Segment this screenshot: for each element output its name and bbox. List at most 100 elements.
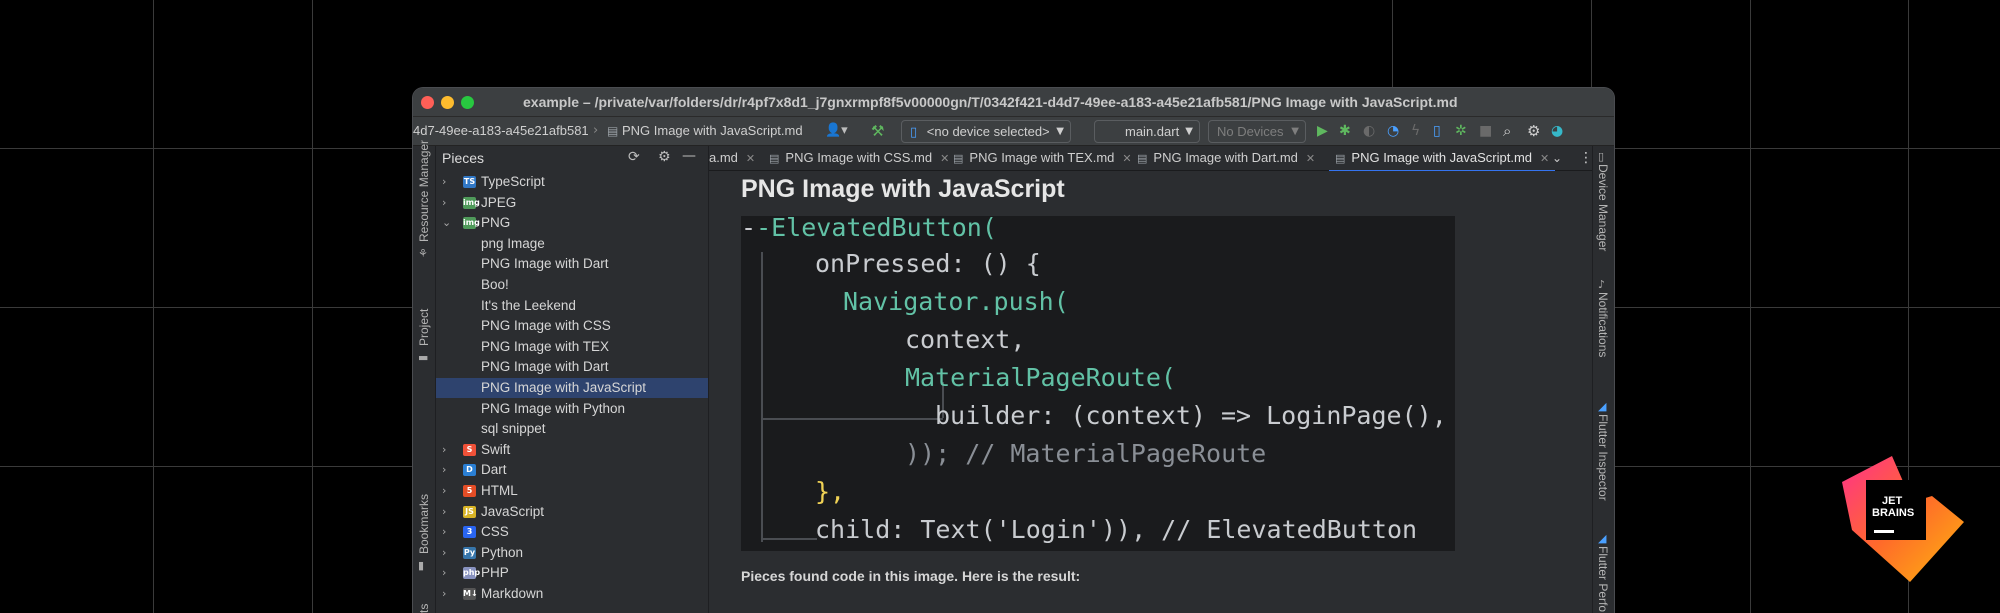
tree-item-piece[interactable]: png Image <box>436 234 708 254</box>
flutter-inspector-tab[interactable]: Flutter Inspector <box>1596 414 1610 501</box>
tree-item-piece[interactable]: It's the Leekend <box>436 296 708 316</box>
device-manager-icon: ▯ <box>1598 150 1605 163</box>
tree-item-label: Dart <box>481 462 507 478</box>
markdown-file-icon: ▤ <box>1335 152 1346 165</box>
ide-window: example – /private/var/folders/dr/r4pf7x… <box>413 88 1614 613</box>
tree-item-piece[interactable]: Boo! <box>436 275 708 295</box>
tree-item-label: Swift <box>481 441 511 457</box>
tree-item-label: png Image <box>481 235 545 251</box>
notifications-label: Notifications <box>1596 292 1610 358</box>
chevron-right-icon[interactable]: › <box>442 481 456 501</box>
title-bar: example – /private/var/folders/dr/r4pf7x… <box>413 88 1614 117</box>
stop-icon[interactable]: ■ <box>1479 117 1492 145</box>
devices-selector[interactable]: No Devices ▼ <box>1208 120 1306 143</box>
tree-folder[interactable]: › img JPEG <box>436 193 708 213</box>
chevron-right-icon[interactable]: › <box>442 584 456 604</box>
code-line-text: context, <box>905 325 1026 354</box>
build-hammer-icon[interactable]: ⚒ <box>871 117 884 145</box>
refresh-icon[interactable]: ⟳ <box>628 149 640 165</box>
breadcrumb-file[interactable]: ▤ PNG Image with JavaScript.md <box>607 117 803 145</box>
flutter-icon: ◢ <box>1598 532 1607 545</box>
tab-label: PNG Image with CSS.md <box>785 150 933 165</box>
tree-folder[interactable]: › JS JavaScript <box>436 502 708 522</box>
maximize-window-button[interactable] <box>461 96 474 109</box>
hot-reload-icon[interactable]: ϟ <box>1411 117 1420 145</box>
close-icon[interactable]: ✕ <box>1540 152 1549 165</box>
tree-item-piece[interactable]: PNG Image with Dart <box>436 254 708 274</box>
attach-debugger-icon[interactable]: ✲ <box>1455 117 1467 145</box>
tree-item-piece[interactable]: PNG Image with CSS <box>436 316 708 336</box>
tree-folder[interactable]: › S Swift <box>436 440 708 460</box>
tree-folder[interactable]: ⌄ img PNG <box>436 213 708 233</box>
chevron-right-icon[interactable]: › <box>442 460 456 480</box>
run-icon[interactable]: ▶ <box>1317 117 1328 145</box>
project-tab[interactable]: Project <box>417 309 431 346</box>
tab-label: PNG Image with TEX.md <box>969 150 1115 165</box>
close-icon[interactable]: ✕ <box>746 152 755 165</box>
logo-text-jet: JET <box>1882 495 1902 507</box>
close-icon[interactable]: ✕ <box>940 152 949 165</box>
tree-item-piece[interactable]: PNG Image with Python <box>436 399 708 419</box>
chevron-right-icon[interactable]: › <box>442 172 456 192</box>
device-mirror-icon[interactable]: ▯ <box>1433 117 1441 145</box>
markdown-paragraph: Pieces found code in this image. Here is… <box>741 568 1081 584</box>
tree-folder[interactable]: › Py Python <box>436 543 708 563</box>
coverage-icon[interactable]: ◐ <box>1363 117 1375 145</box>
tree-item-piece[interactable]: PNG Image with TEX <box>436 337 708 357</box>
tab-a-md[interactable]: a.md ✕ <box>709 146 755 170</box>
chevron-right-icon[interactable]: › <box>442 502 456 522</box>
profile-icon[interactable]: ◔ <box>1387 117 1399 145</box>
tree-folder[interactable]: › php PHP <box>436 563 708 583</box>
tree-folder[interactable]: › 3 CSS <box>436 522 708 542</box>
resource-manager-tab[interactable]: Resource Manager <box>417 140 431 242</box>
run-config-selector[interactable]: main.dart ▼ <box>1094 120 1200 143</box>
close-icon[interactable]: ✕ <box>1122 152 1131 165</box>
tab-png-tex[interactable]: ▤ PNG Image with TEX.md ✕ <box>953 146 1132 170</box>
device-manager-tab[interactable]: Device Manager <box>1596 164 1610 251</box>
chevron-right-icon[interactable]: › <box>442 193 456 213</box>
bookmark-icon: ▮ <box>418 559 425 572</box>
user-icon[interactable]: 👤▾ <box>825 117 848 145</box>
editor-tabs: a.md ✕ ▤ PNG Image with CSS.md ✕ ▤ PNG Image… <box>709 146 1593 172</box>
tree-folder[interactable]: › D Dart <box>436 460 708 480</box>
chevron-right-icon[interactable]: › <box>442 543 456 563</box>
tree-item-label: TypeScript <box>481 174 545 189</box>
tree-folder[interactable]: › 5 HTML <box>436 481 708 501</box>
tab-label: a.md <box>709 150 738 165</box>
chevron-down-icon[interactable]: ⌄ <box>442 213 456 233</box>
tree-folder[interactable]: › M↓ Markdown <box>436 584 708 604</box>
plugin-logo-icon[interactable]: ◕ <box>1551 117 1563 145</box>
markdown-heading: PNG Image with JavaScript <box>741 175 1065 203</box>
notifications-tab[interactable]: Notifications <box>1596 292 1610 357</box>
jetbrains-logo: JET BRAINS <box>1832 452 1970 590</box>
tab-png-css[interactable]: ▤ PNG Image with CSS.md ✕ <box>769 146 949 170</box>
tree-item-piece[interactable]: PNG Image with Dart <box>436 357 708 377</box>
minimize-window-button[interactable] <box>441 96 454 109</box>
gear-icon[interactable]: ⚙ <box>658 149 671 165</box>
code-line: )); // MaterialPageRoute <box>905 436 1455 472</box>
tree-item-piece[interactable]: sql snippet <box>436 419 708 439</box>
code-line-text: -ElevatedButton( <box>756 216 997 242</box>
chevron-right-icon[interactable]: › <box>442 522 456 542</box>
chevron-down-icon[interactable]: ⌄ <box>1552 146 1562 170</box>
device-selector[interactable]: ▯ <no device selected> ▼ <box>901 120 1071 143</box>
flutter-performance-tab[interactable]: Flutter Perfo <box>1596 546 1610 612</box>
folder-icon: ▬ <box>418 351 429 364</box>
more-options-icon[interactable]: ⋮ <box>1579 146 1593 170</box>
chevron-right-icon[interactable]: › <box>442 440 456 460</box>
debug-icon[interactable]: ✱ <box>1339 117 1351 145</box>
tab-png-dart[interactable]: ▤ PNG Image with Dart.md ✕ <box>1137 146 1315 170</box>
breadcrumb-folder[interactable]: 4d7-49ee-a183-a45e21afb581 <box>413 117 589 145</box>
chevron-right-icon[interactable]: › <box>442 563 456 583</box>
structure-tab[interactable]: ts <box>417 604 431 613</box>
minimize-panel-icon[interactable]: — <box>682 148 696 164</box>
gear-icon[interactable]: ⚙ <box>1527 117 1540 145</box>
tab-png-javascript[interactable]: ▤ PNG Image with JavaScript.md ✕ <box>1329 146 1556 172</box>
tree-item-piece[interactable]: PNG Image with JavaScript <box>436 378 708 398</box>
tree-folder[interactable]: › TS TypeScript <box>436 172 708 192</box>
close-icon[interactable]: ✕ <box>1306 152 1315 165</box>
close-window-button[interactable] <box>421 96 434 109</box>
search-icon[interactable]: ⌕ <box>1503 117 1511 145</box>
tree-item-label: PNG Image with Dart <box>481 359 609 375</box>
bookmarks-tab[interactable]: Bookmarks <box>417 494 431 554</box>
